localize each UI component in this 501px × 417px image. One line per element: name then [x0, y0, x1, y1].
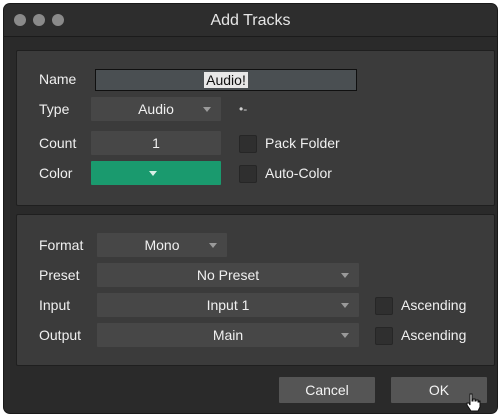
- output-value: Main: [212, 327, 244, 343]
- format-label: Format: [39, 237, 84, 253]
- track-name-value: Audio!: [204, 72, 248, 88]
- dialog-title: Add Tracks: [210, 12, 291, 29]
- auto-color-label: Auto-Color: [265, 165, 332, 181]
- chevron-down-icon: [341, 273, 349, 278]
- input-ascending-label: Ascending: [401, 297, 467, 313]
- track-name-input[interactable]: Audio!: [95, 69, 357, 91]
- format-dropdown[interactable]: Mono: [97, 233, 227, 257]
- input-label: Input: [39, 297, 71, 313]
- output-ascending-label: Ascending: [401, 327, 467, 343]
- chevron-down-icon: [209, 243, 217, 248]
- count-label: Count: [39, 135, 77, 151]
- name-label: Name: [39, 71, 77, 87]
- io-settings-panel: Format Mono Preset No Preset Input Input…: [16, 214, 495, 366]
- preset-label: Preset: [39, 267, 80, 283]
- color-dropdown[interactable]: [91, 161, 221, 185]
- count-value: 1: [152, 135, 160, 151]
- output-label: Output: [39, 327, 82, 343]
- auto-color-checkbox[interactable]: [239, 165, 257, 183]
- output-dropdown[interactable]: Main: [97, 323, 359, 347]
- chevron-down-icon: [203, 107, 211, 112]
- title-bar: Add Tracks: [4, 4, 497, 37]
- input-ascending-checkbox[interactable]: [375, 297, 393, 315]
- input-dropdown[interactable]: Input 1: [97, 293, 359, 317]
- hand-pointer-icon: [466, 393, 481, 412]
- add-tracks-dialog: Add Tracks Name Audio! Type Audio •- Cou…: [4, 4, 497, 413]
- count-field[interactable]: 1: [91, 131, 221, 155]
- pack-folder-label: Pack Folder: [265, 135, 340, 151]
- output-ascending-checkbox[interactable]: [375, 327, 393, 345]
- chevron-down-icon: [341, 303, 349, 308]
- preset-dropdown[interactable]: No Preset: [97, 263, 359, 287]
- type-value: Audio: [138, 101, 174, 117]
- type-dropdown[interactable]: Audio: [91, 97, 221, 121]
- track-settings-panel: Name Audio! Type Audio •- Count 1 Pack F…: [16, 50, 495, 206]
- preset-value: No Preset: [196, 267, 260, 283]
- chevron-down-icon: [341, 333, 349, 338]
- stereo-link-icon[interactable]: •-: [239, 102, 247, 116]
- type-label: Type: [39, 101, 70, 117]
- format-value: Mono: [144, 237, 180, 253]
- input-value: Input 1: [206, 297, 250, 313]
- pack-folder-checkbox[interactable]: [239, 135, 257, 153]
- color-label: Color: [39, 165, 73, 181]
- chevron-down-icon: [149, 171, 157, 176]
- cancel-button[interactable]: Cancel: [278, 376, 376, 404]
